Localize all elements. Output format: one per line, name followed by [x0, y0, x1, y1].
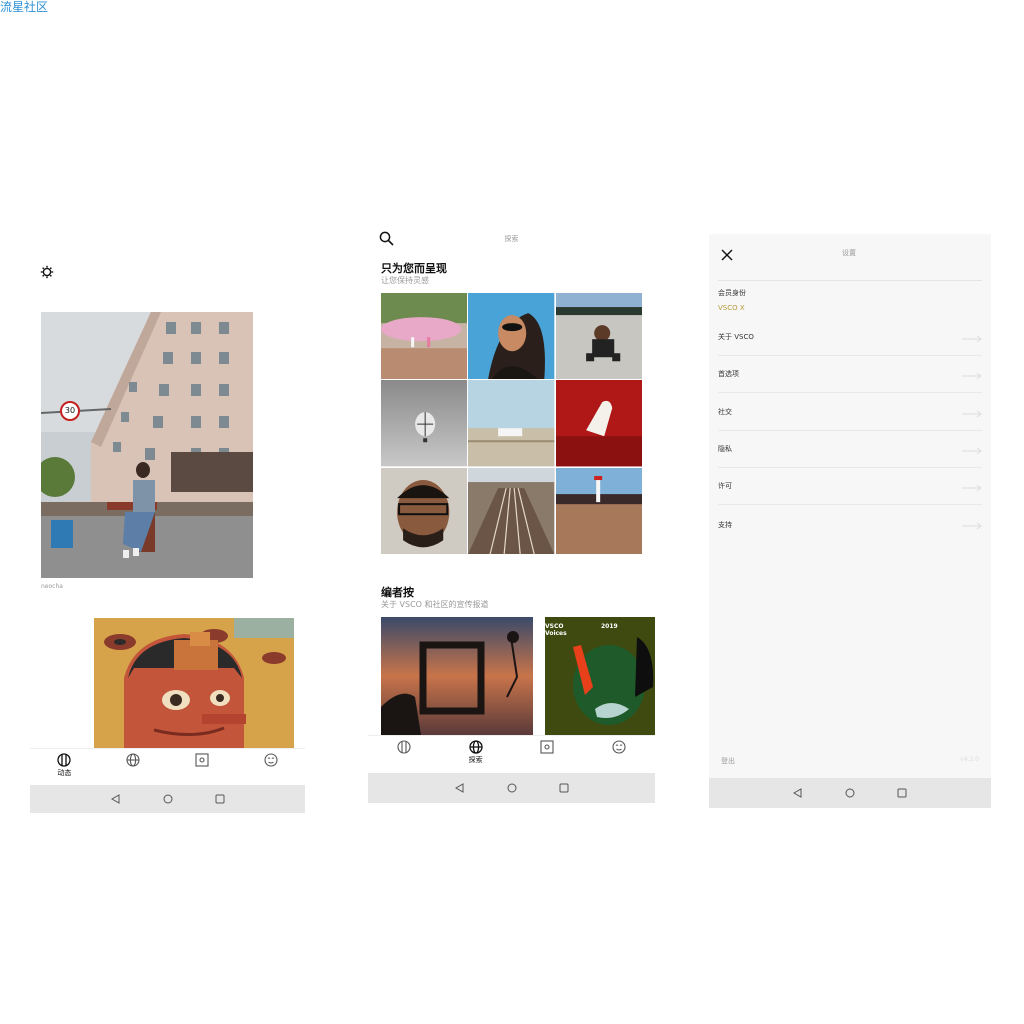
globe-icon	[126, 753, 140, 767]
tab-feed[interactable]: 动态	[44, 753, 84, 778]
explore-header-title: 探索	[504, 235, 519, 243]
settings-row-label: 支持	[718, 520, 732, 529]
membership-value[interactable]: VSCO X	[718, 304, 745, 312]
feed-photo[interactable]: 30	[41, 312, 253, 578]
settings-row-label: 首选项	[718, 370, 739, 378]
settings-row-label: 社交	[718, 408, 732, 416]
studio-icon	[540, 740, 554, 754]
settings-row-privacy[interactable]: 隐私	[718, 431, 982, 468]
arrow-right-icon	[962, 328, 982, 347]
settings-row-licenses[interactable]: 许可	[718, 468, 982, 505]
face-icon	[264, 753, 278, 767]
studio-icon	[195, 753, 209, 767]
recents-square-icon[interactable]	[559, 783, 569, 793]
grid-photo[interactable]	[381, 467, 468, 554]
grid-photo[interactable]	[381, 293, 468, 380]
back-triangle-icon[interactable]	[110, 794, 121, 804]
settings-header-title: 设置	[842, 249, 856, 257]
tab-explore[interactable]	[113, 753, 153, 767]
back-triangle-icon[interactable]	[793, 788, 803, 798]
editors-note-title: 编者按	[381, 586, 414, 599]
arrow-right-icon	[962, 515, 982, 534]
photo-caption[interactable]: neocha	[41, 583, 63, 590]
settings-row-label: 关于 VSCO	[718, 333, 754, 341]
home-circle-icon[interactable]	[845, 788, 855, 798]
app-version: v4.2.0	[960, 756, 979, 763]
home-circle-icon[interactable]	[163, 794, 173, 804]
tab-profile[interactable]	[599, 740, 639, 754]
header-divider	[718, 280, 982, 281]
tab-feed[interactable]	[384, 740, 424, 754]
settings-gear-icon[interactable]	[40, 264, 54, 283]
system-nav-bar	[30, 785, 305, 813]
settings-row-preferences[interactable]: 首选项	[718, 356, 982, 393]
recents-square-icon[interactable]	[215, 794, 225, 804]
grid-photo[interactable]	[555, 467, 642, 554]
tab-explore-label: 探索	[468, 756, 483, 764]
settings-row-social[interactable]: 社交	[718, 394, 982, 431]
tab-studio[interactable]	[527, 740, 567, 754]
close-icon[interactable]	[721, 246, 733, 265]
editorial-card-line2: Voices	[545, 630, 567, 637]
settings-row-about[interactable]: 关于 VSCO	[718, 319, 982, 356]
logout-button[interactable]: 登出	[721, 756, 735, 766]
grid-photo[interactable]	[381, 380, 468, 467]
for-you-title: 只为您而呈现	[381, 262, 447, 275]
arrow-right-icon	[962, 365, 982, 384]
grid-photo[interactable]	[468, 467, 555, 554]
arrow-right-icon	[962, 477, 982, 496]
system-nav-bar	[709, 778, 991, 808]
speed-sign: 30	[60, 401, 80, 421]
home-circle-icon[interactable]	[507, 783, 517, 793]
feed-tab-bar: 动态	[30, 748, 305, 786]
membership-label: 会员身份	[718, 289, 746, 297]
feed-photo-illustration[interactable]	[94, 618, 294, 748]
arrow-right-icon	[962, 403, 982, 422]
back-triangle-icon[interactable]	[454, 783, 465, 793]
grid-photo[interactable]	[468, 380, 555, 467]
feed-icon	[397, 740, 411, 754]
system-nav-bar	[368, 773, 655, 803]
grid-photo[interactable]	[555, 293, 642, 380]
settings-screen: 设置 会员身份 VSCO X 关于 VSCO 首选项 社交 隐私 许可 支持 登…	[709, 234, 991, 808]
recents-square-icon[interactable]	[897, 788, 907, 798]
tab-studio[interactable]	[182, 753, 222, 767]
tab-explore[interactable]: 探索	[456, 740, 496, 765]
arrow-right-icon	[962, 440, 982, 459]
tab-feed-label: 动态	[57, 769, 72, 777]
explore-tab-bar: 探索	[368, 735, 655, 773]
settings-row-support[interactable]: 支持	[718, 506, 982, 543]
settings-row-label: 许可	[718, 482, 732, 490]
tab-profile[interactable]	[251, 753, 291, 767]
for-you-subtitle: 让您保持灵感	[381, 276, 429, 285]
grid-photo[interactable]	[468, 293, 555, 380]
editorial-photo[interactable]	[381, 617, 533, 735]
editorial-card-line1: VSCO	[545, 623, 564, 630]
watermark: 流星社区	[0, 0, 49, 14]
editorial-card-year: 2019	[601, 623, 618, 630]
editors-note-subtitle: 关于 VSCO 和社区的宣传报道	[381, 600, 489, 609]
explore-screen: 探索 只为您而呈现 让您保持灵感 编者按 关于 VSCO 和社区的宣传报道 VS…	[368, 222, 655, 803]
feed-icon	[57, 753, 72, 767]
editorial-card-vsco-voices[interactable]: VSCO Voices 2019	[545, 617, 655, 735]
grid-photo[interactable]	[555, 380, 642, 467]
feed-screen: 30 neocha 动态	[30, 250, 305, 813]
face-icon	[612, 740, 626, 754]
settings-row-label: 隐私	[718, 445, 732, 453]
for-you-grid	[381, 293, 642, 554]
globe-icon	[468, 740, 483, 754]
